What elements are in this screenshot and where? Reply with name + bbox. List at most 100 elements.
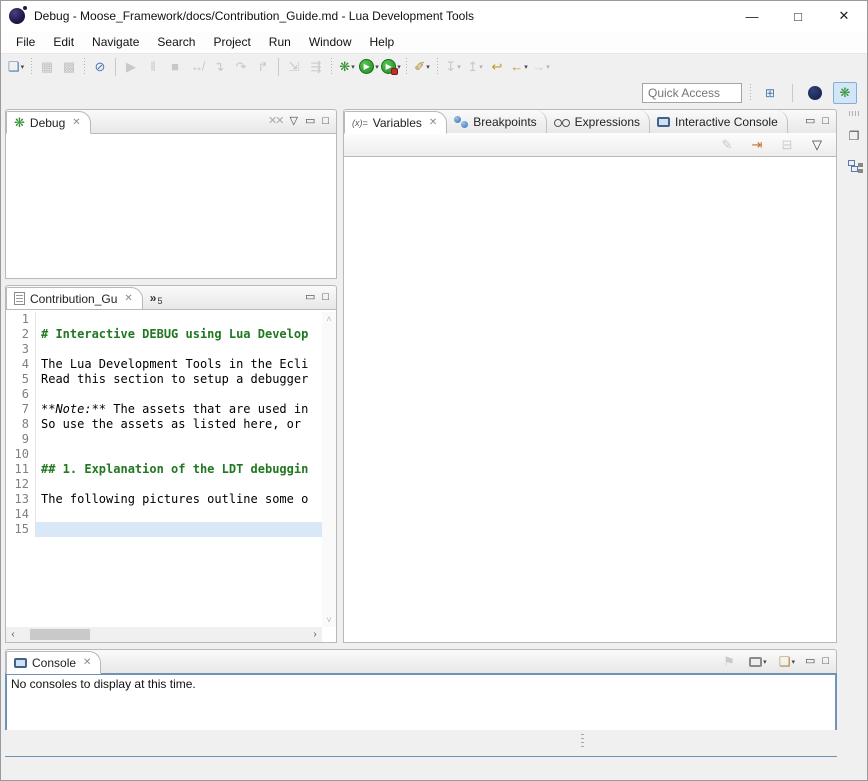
forward-dropdown-icon[interactable]: ▾: [546, 63, 550, 71]
debug-button[interactable]: ❋▾: [336, 56, 358, 78]
code-line[interactable]: 1: [6, 312, 322, 327]
scroll-down-icon[interactable]: ˅: [326, 615, 331, 625]
code-line[interactable]: 7**Note:** The assets that are used in: [6, 402, 322, 417]
open-console-button[interactable]: ❏▾: [776, 651, 798, 673]
open-console-dropdown-icon[interactable]: ▾: [792, 658, 796, 666]
code-line[interactable]: 6: [6, 387, 322, 402]
code-line[interactable]: 15: [6, 522, 322, 537]
remove-terminated-button[interactable]: ✕✕: [268, 116, 282, 127]
code-line[interactable]: 9: [6, 432, 322, 447]
scroll-left-icon[interactable]: ‹: [6, 629, 20, 640]
previous-annotation-dropdown-icon[interactable]: ▾: [479, 63, 483, 71]
tab-console[interactable]: Console ✕: [6, 651, 101, 674]
tab-contribution-guide-close-icon[interactable]: ✕: [124, 293, 132, 304]
outline-icon: [848, 160, 861, 172]
menu-help[interactable]: Help: [361, 33, 404, 51]
debug-view-content[interactable]: [5, 133, 337, 279]
menu-project[interactable]: Project: [204, 33, 259, 51]
debug-view-menu-button[interactable]: ▽: [289, 116, 297, 127]
open-perspective-button[interactable]: ⊞: [758, 82, 782, 104]
new-wizard-dropdown-icon[interactable]: ▾: [21, 63, 25, 71]
variables-content[interactable]: [343, 157, 837, 643]
line-text: [36, 447, 322, 462]
back-button[interactable]: ←▾: [508, 56, 530, 78]
tab-breakpoints[interactable]: Breakpoints: [447, 110, 546, 133]
window-minimize-button[interactable]: —: [729, 1, 775, 31]
editor-tab-overflow[interactable]: » 5: [143, 286, 172, 309]
display-selected-console-button[interactable]: ▾: [747, 651, 769, 673]
editor-minimize-button[interactable]: ▭: [305, 292, 315, 303]
lua-perspective-button[interactable]: [803, 82, 827, 104]
console-view-maximize-button[interactable]: □: [822, 656, 829, 667]
scrollbar-thumb[interactable]: [30, 629, 90, 640]
debug-view-minimize-button[interactable]: ▭: [305, 116, 315, 127]
next-annotation-dropdown-icon[interactable]: ▾: [457, 63, 461, 71]
menu-file[interactable]: File: [7, 33, 44, 51]
tab-debug[interactable]: ❋ Debug ✕: [6, 111, 91, 134]
terminate-button: ■: [164, 56, 186, 78]
debug-view-maximize-button[interactable]: □: [322, 116, 329, 127]
tab-contribution-guide[interactable]: Contribution_Gu ✕: [6, 287, 143, 310]
line-number: 13: [6, 492, 36, 507]
new-wizard-button[interactable]: ❏▾: [5, 56, 27, 78]
code-line[interactable]: 13The following pictures outline some o: [6, 492, 322, 507]
last-edit-location-button[interactable]: ↩: [486, 56, 508, 78]
toolbar-separator: [329, 58, 334, 76]
menu-navigate[interactable]: Navigate: [83, 33, 148, 51]
back-dropdown-icon[interactable]: ▾: [524, 63, 528, 71]
display-selected-console-dropdown-icon[interactable]: ▾: [763, 658, 767, 666]
debug-view-icon: ❋: [14, 115, 25, 131]
tab-variables[interactable]: (x)= Variables ✕: [344, 111, 447, 134]
skip-all-breakpoints-button[interactable]: ⊘: [89, 56, 111, 78]
debug-perspective-button[interactable]: ❋: [833, 82, 857, 104]
code-line[interactable]: 11## 1. Explanation of the LDT debuggin: [6, 462, 322, 477]
line-number: 10: [6, 447, 36, 462]
menu-window[interactable]: Window: [300, 33, 361, 51]
status-bar-drag-handle[interactable]: [581, 734, 584, 750]
menu-search[interactable]: Search: [148, 33, 204, 51]
menu-run[interactable]: Run: [260, 33, 300, 51]
search-dropdown-icon[interactable]: ▾: [426, 63, 430, 71]
toolbar-drag-handle[interactable]: [748, 84, 752, 102]
window-close-button[interactable]: ✕: [821, 1, 867, 31]
next-annotation-button: ↧▾: [442, 56, 464, 78]
code-line[interactable]: 5Read this section to setup a debugger: [6, 372, 322, 387]
show-logical-structure-button[interactable]: ⇥: [746, 134, 768, 156]
scroll-right-icon[interactable]: ›: [308, 629, 322, 640]
tab-debug-close-icon[interactable]: ✕: [72, 117, 80, 128]
scroll-up-icon[interactable]: ˄: [326, 314, 331, 324]
window-maximize-button[interactable]: □: [775, 1, 821, 31]
code-line[interactable]: 2# Interactive DEBUG using Lua Develop: [6, 327, 322, 342]
strip-drag-handle[interactable]: [849, 111, 859, 116]
editor-maximize-button[interactable]: □: [322, 292, 329, 303]
tab-expressions[interactable]: Expressions: [547, 110, 650, 133]
code-line[interactable]: 14: [6, 507, 322, 522]
quick-access-input[interactable]: [642, 83, 742, 103]
last-edit-location-icon: ↩: [492, 60, 503, 73]
drop-to-frame-button: ⇲: [283, 56, 305, 78]
tab-variables-label: Variables: [373, 116, 422, 130]
outline-view-button[interactable]: [844, 156, 864, 176]
variables-view-minimize-button[interactable]: ▭: [805, 116, 815, 127]
debug-dropdown-icon[interactable]: ▾: [351, 63, 355, 71]
view-menu-button[interactable]: ▽: [806, 134, 828, 156]
editor-horizontal-scrollbar[interactable]: ‹ ›: [6, 627, 322, 642]
search-button[interactable]: ✐▾: [411, 56, 433, 78]
code-line[interactable]: 12: [6, 477, 322, 492]
run-dropdown-icon[interactable]: ▾: [375, 63, 379, 71]
editor-vertical-scrollbar[interactable]: ˄ ˅: [322, 312, 336, 627]
external-tools-button[interactable]: ▶▾: [380, 56, 402, 78]
menu-edit[interactable]: Edit: [44, 33, 83, 51]
code-line[interactable]: 8So use the assets as listed here, or: [6, 417, 322, 432]
variables-view-maximize-button[interactable]: □: [822, 116, 829, 127]
tab-console-close-icon[interactable]: ✕: [83, 657, 91, 668]
editor-text-area[interactable]: 12# Interactive DEBUG using Lua Develop3…: [6, 312, 322, 627]
run-button[interactable]: ▶▾: [358, 56, 380, 78]
restore-view-button[interactable]: ❐: [844, 126, 864, 146]
code-line[interactable]: 3: [6, 342, 322, 357]
tab-variables-close-icon[interactable]: ✕: [429, 117, 437, 128]
code-line[interactable]: 10: [6, 447, 322, 462]
tab-interactive-console[interactable]: Interactive Console: [650, 110, 788, 133]
console-view-minimize-button[interactable]: ▭: [805, 656, 815, 667]
code-line[interactable]: 4The Lua Development Tools in the Ecli: [6, 357, 322, 372]
